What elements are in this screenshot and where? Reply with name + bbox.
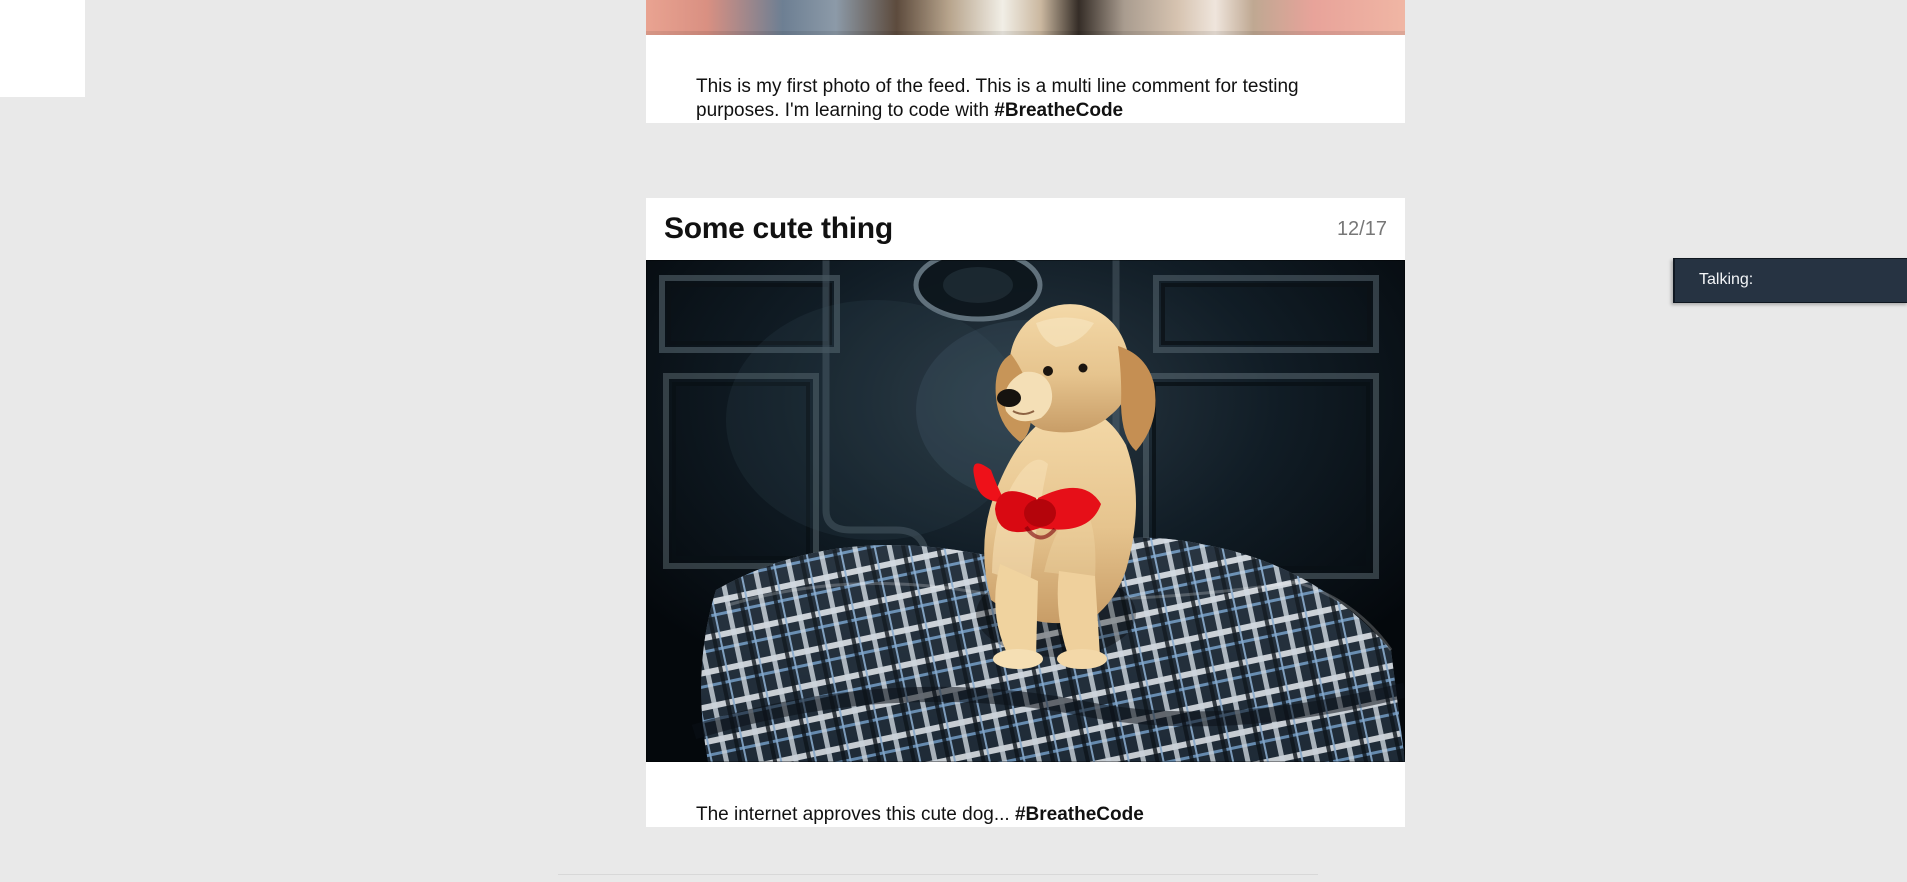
post-image-cropped: [646, 0, 1405, 35]
post-caption: This is my first photo of the feed. This…: [696, 75, 1376, 123]
post-caption: The internet approves this cute dog... #…: [696, 803, 1376, 827]
talking-panel[interactable]: Talking:: [1673, 258, 1907, 303]
hashtag-link[interactable]: #BreatheCode: [994, 100, 1123, 121]
feed-post-2: Some cute thing 12/17 The internet appro…: [646, 198, 1405, 827]
post-counter: 12/17: [1336, 218, 1387, 240]
app-window: This is my first photo of the feed. This…: [0, 0, 1907, 882]
feed-post-1: This is my first photo of the feed. This…: [646, 0, 1405, 123]
hashtag-link[interactable]: #BreatheCode: [1015, 804, 1144, 825]
post-header: Some cute thing 12/17: [646, 198, 1405, 260]
caption-text: The internet approves this cute dog...: [696, 804, 1015, 825]
post-image: [646, 260, 1405, 762]
talking-label: Talking:: [1699, 271, 1754, 288]
top-left-panel: [0, 0, 85, 97]
feed-divider: [558, 874, 1318, 875]
post-title: Some cute thing: [664, 212, 893, 245]
